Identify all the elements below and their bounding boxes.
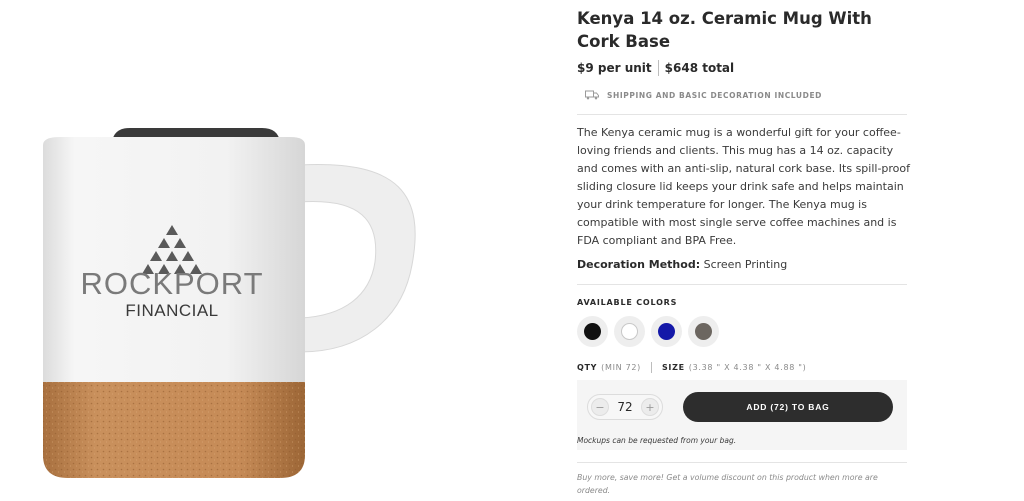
price-row: $9 per unit $648 total <box>577 60 734 76</box>
mockup-note: Mockups can be requested from your bag. <box>577 436 737 445</box>
logo-rockport-text: ROCKPORT <box>80 266 263 301</box>
swatch-color <box>695 323 712 340</box>
product-image: ROCKPORT FINANCIAL <box>0 0 560 501</box>
decrement-button[interactable]: − <box>591 398 609 416</box>
increment-button[interactable]: + <box>641 398 659 416</box>
black-swatch[interactable] <box>577 316 608 347</box>
price-per-unit: $9 per unit <box>577 61 652 75</box>
qty-size-row: QTY (MIN 72) SIZE (3.38 " X 4.38 " X 4.8… <box>577 362 806 373</box>
volume-discount-note: Buy more, save more! Get a volume discou… <box>577 473 878 495</box>
swatch-color <box>658 323 675 340</box>
product-title: Kenya 14 oz. Ceramic Mug With Cork Base <box>577 9 872 51</box>
swatch-color <box>584 323 601 340</box>
price-divider <box>657 60 659 76</box>
product-description: The Kenya ceramic mug is a wonderful gif… <box>577 126 911 247</box>
divider <box>577 462 907 463</box>
decoration-method: Decoration Method: Screen Printing <box>577 258 787 271</box>
blue-swatch[interactable] <box>651 316 682 347</box>
shipping-text: SHIPPING AND BASIC DECORATION INCLUDED <box>607 90 822 100</box>
logo-financial-text: FINANCIAL <box>125 301 218 320</box>
swatch-color <box>621 323 638 340</box>
quantity-input[interactable]: 72 <box>617 400 632 414</box>
mug-illustration: ROCKPORT FINANCIAL <box>43 128 416 478</box>
quantity-stepper: − 72 + <box>587 394 663 420</box>
size-label: SIZE <box>661 363 685 372</box>
price-total: $648 total <box>664 61 735 75</box>
qty-divider <box>650 362 652 373</box>
gray-swatch[interactable] <box>688 316 719 347</box>
decoration-label: Decoration Method: <box>577 258 701 271</box>
add-to-bag-button[interactable]: ADD (72) TO BAG <box>683 392 893 422</box>
size-value: (3.38 " X 4.38 " X 4.88 ") <box>688 363 807 372</box>
mug-handle <box>299 164 416 353</box>
divider <box>577 114 907 115</box>
truck-icon <box>585 90 599 100</box>
qty-label: QTY <box>577 363 598 372</box>
decoration-value: Screen Printing <box>703 258 788 271</box>
qty-min: (MIN 72) <box>601 363 641 372</box>
white-swatch[interactable] <box>614 316 645 347</box>
divider <box>577 284 907 285</box>
color-swatches <box>577 316 719 347</box>
available-colors-heading: AVAILABLE COLORS <box>577 298 678 307</box>
add-to-bag-panel: − 72 + ADD (72) TO BAG Mockups can be re… <box>577 380 907 450</box>
shipping-note: SHIPPING AND BASIC DECORATION INCLUDED <box>585 90 822 100</box>
